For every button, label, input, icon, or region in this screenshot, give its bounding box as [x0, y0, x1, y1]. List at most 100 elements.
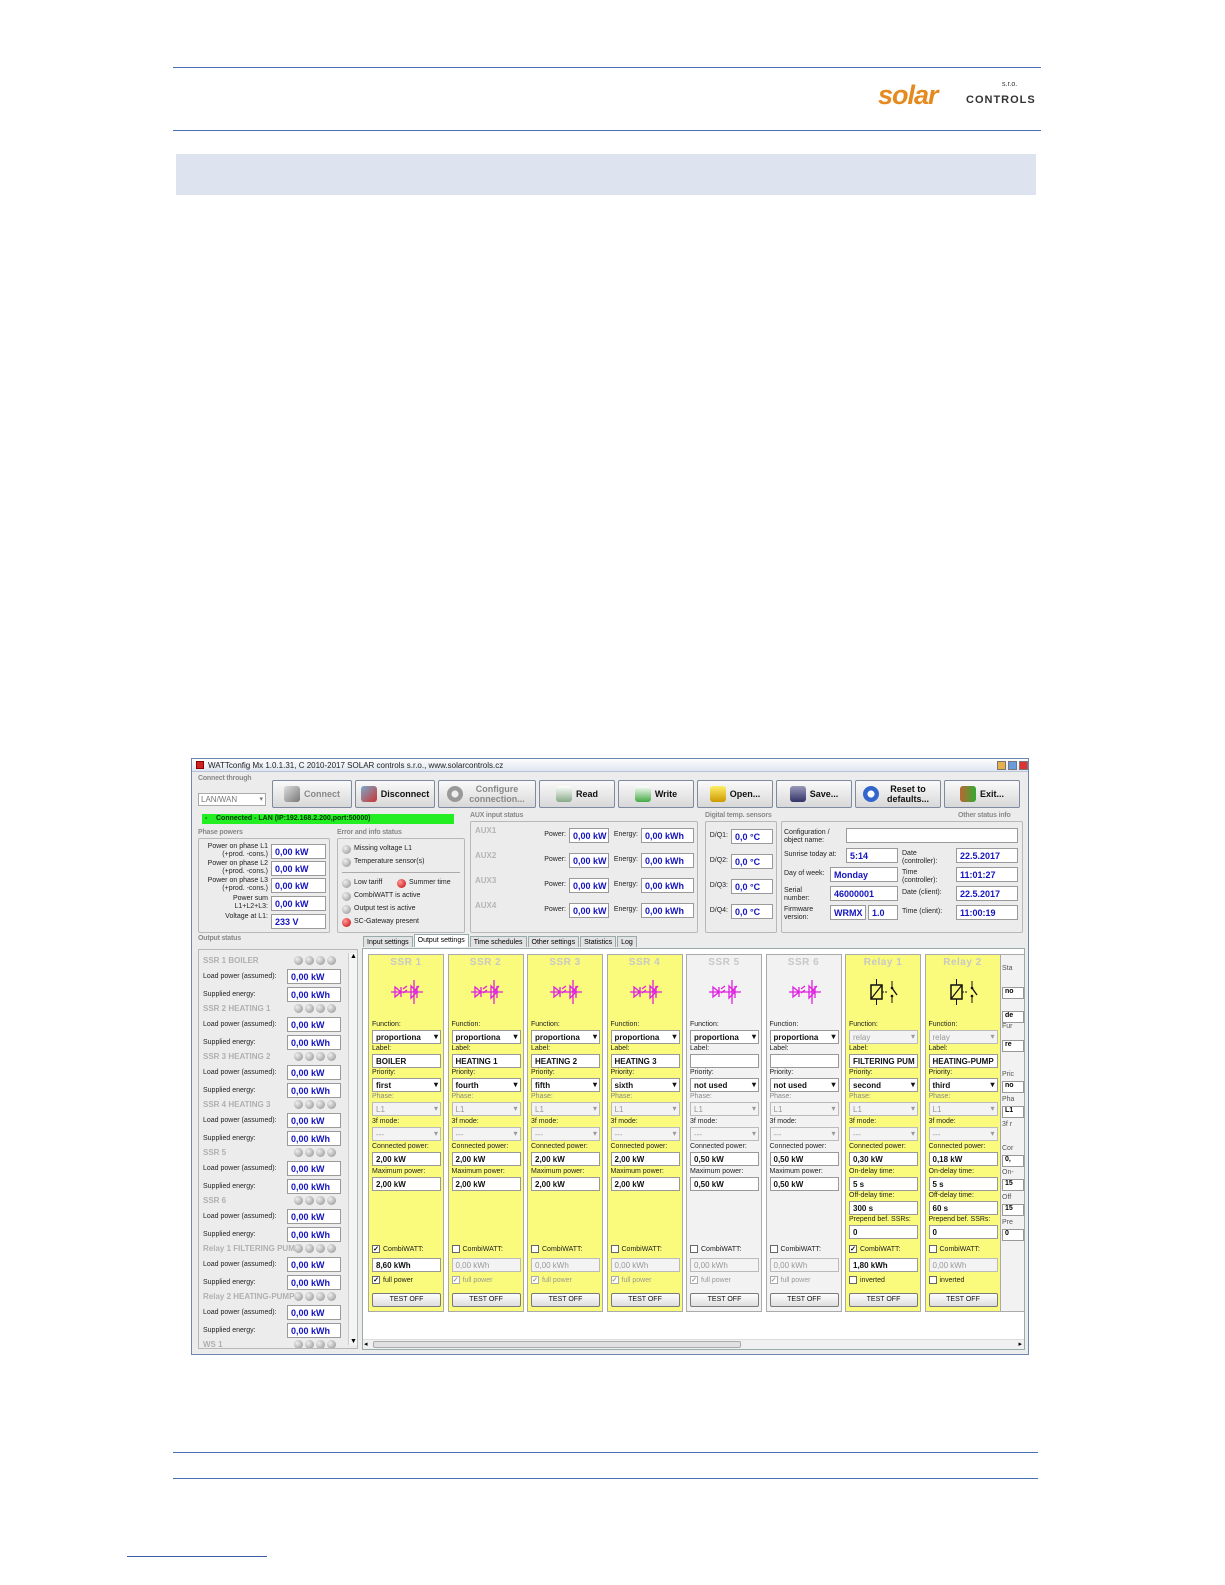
full-power-checkbox[interactable]: ✓ full power [531, 1276, 572, 1284]
test-off-button[interactable]: TEST OFF [690, 1293, 759, 1307]
combiwatt-checkbox[interactable]: ✓ CombiWATT: [372, 1245, 423, 1253]
combiwatt-energy-input[interactable]: 1,80 kWh [849, 1258, 918, 1272]
combiwatt-checkbox[interactable]: CombiWATT: [610, 1245, 662, 1253]
mode3f-select[interactable]: --- [372, 1127, 441, 1141]
scroll-down-icon[interactable]: ▼ [350, 1338, 357, 1345]
maximum-power-input[interactable]: 0,50 kW [769, 1177, 839, 1191]
test-off-button[interactable]: TEST OFF [610, 1293, 680, 1307]
priority-select[interactable]: second [849, 1078, 918, 1092]
full-power-checkbox[interactable]: ✓ full power [451, 1276, 492, 1284]
test-off-button[interactable]: TEST OFF [769, 1293, 839, 1307]
exit-button[interactable]: Exit... [944, 780, 1020, 808]
mode3f-select[interactable]: --- [928, 1127, 998, 1141]
combiwatt-energy-input[interactable]: 0,00 kWh [769, 1258, 839, 1272]
scroll-up-icon[interactable]: ▲ [350, 953, 357, 960]
connected-power-input[interactable]: 0,50 kW [690, 1152, 759, 1166]
label-input[interactable]: HEATING 2 [531, 1054, 600, 1068]
connect-through-select[interactable]: LAN/WAN ▾ [198, 793, 266, 806]
phase-select[interactable]: L1 [928, 1102, 998, 1116]
combiwatt-checkbox[interactable]: CombiWATT: [531, 1245, 582, 1253]
priority-select[interactable]: sixth [610, 1078, 680, 1092]
scroll-thumb[interactable] [373, 1341, 741, 1348]
mode3f-select[interactable]: --- [849, 1127, 918, 1141]
priority-select[interactable]: fifth [531, 1078, 600, 1092]
configure-connection-button[interactable]: Configure connection... [438, 780, 536, 808]
phase-select[interactable]: L1 [610, 1102, 680, 1116]
connected-power-input[interactable]: 2,00 kW [372, 1152, 441, 1166]
label-input[interactable]: HEATING-PUMP [928, 1054, 998, 1068]
test-off-button[interactable]: TEST OFF [849, 1293, 918, 1307]
label-input[interactable] [769, 1054, 839, 1068]
read-button[interactable]: Read [539, 780, 615, 808]
connect-button[interactable]: Connect [272, 780, 352, 808]
on-delay-input[interactable]: 5 s [849, 1177, 918, 1191]
settings-horizontal-scrollbar[interactable]: ◂ ▸ [363, 1339, 1024, 1349]
combiwatt-energy-input[interactable]: 0,00 kWh [451, 1258, 521, 1272]
tab-other-settings[interactable]: Other settings [527, 936, 580, 947]
mode3f-select[interactable]: --- [531, 1127, 600, 1141]
phase-select[interactable]: L1 [372, 1102, 441, 1116]
phase-select[interactable]: L1 [531, 1102, 600, 1116]
mode3f-select[interactable]: --- [451, 1127, 521, 1141]
function-select[interactable]: proportiona [531, 1030, 600, 1044]
combiwatt-energy-input[interactable]: 0,00 kWh [610, 1258, 680, 1272]
close-icon[interactable] [1019, 761, 1028, 770]
on-delay-input[interactable]: 5 s [928, 1177, 998, 1191]
full-power-checkbox[interactable]: ✓ full power [769, 1276, 810, 1284]
connected-power-input[interactable]: 0,18 kW [928, 1152, 998, 1166]
phase-select[interactable]: L1 [849, 1102, 918, 1116]
full-power-checkbox[interactable]: ✓ full power [690, 1276, 731, 1284]
tab-time-schedules[interactable]: Time schedules [469, 936, 527, 947]
test-off-button[interactable]: TEST OFF [928, 1293, 998, 1307]
combiwatt-energy-input[interactable]: 0,00 kWh [690, 1258, 759, 1272]
maximize-icon[interactable] [1008, 761, 1017, 770]
phase-select[interactable]: L1 [690, 1102, 759, 1116]
scroll-left-icon[interactable]: ◂ [364, 1340, 368, 1348]
mode3f-select[interactable]: --- [769, 1127, 839, 1141]
combiwatt-checkbox[interactable]: CombiWATT: [769, 1245, 821, 1253]
maximum-power-input[interactable]: 0,50 kW [690, 1177, 759, 1191]
label-input[interactable] [690, 1054, 759, 1068]
priority-select[interactable]: fourth [451, 1078, 521, 1092]
prepend-input[interactable]: 0 [849, 1225, 918, 1239]
connected-power-input[interactable]: 2,00 kW [451, 1152, 521, 1166]
priority-select[interactable]: not used [769, 1078, 839, 1092]
maximum-power-input[interactable]: 2,00 kW [531, 1177, 600, 1191]
off-delay-input[interactable]: 300 s [849, 1201, 918, 1215]
tab-input-settings[interactable]: Input settings [363, 936, 413, 947]
priority-select[interactable]: first [372, 1078, 441, 1092]
inverted-checkbox[interactable]: inverted [849, 1276, 885, 1284]
function-select[interactable]: relay [849, 1030, 918, 1044]
off-delay-input[interactable]: 60 s [928, 1201, 998, 1215]
mode3f-select[interactable]: --- [610, 1127, 680, 1141]
open-button[interactable]: Open... [697, 780, 773, 808]
priority-select[interactable]: not used [690, 1078, 759, 1092]
combiwatt-checkbox[interactable]: CombiWATT: [928, 1245, 980, 1253]
output-status-scrollbar[interactable]: ▲ ▼ [348, 953, 357, 1345]
label-input[interactable]: HEATING 1 [451, 1054, 521, 1068]
function-select[interactable]: proportiona [769, 1030, 839, 1044]
footer-link-underline[interactable] [127, 1556, 267, 1557]
save-button[interactable]: Save... [776, 780, 852, 808]
maximum-power-input[interactable]: 2,00 kW [372, 1177, 441, 1191]
label-input[interactable]: BOILER [372, 1054, 441, 1068]
reset-defaults-button[interactable]: Reset to defaults... [855, 780, 941, 808]
function-select[interactable]: proportiona [690, 1030, 759, 1044]
combiwatt-energy-input[interactable]: 0,00 kWh [531, 1258, 600, 1272]
maximum-power-input[interactable]: 2,00 kW [451, 1177, 521, 1191]
function-select[interactable]: proportiona [610, 1030, 680, 1044]
function-select[interactable]: proportiona [372, 1030, 441, 1044]
inverted-checkbox[interactable]: inverted [928, 1276, 964, 1284]
function-select[interactable]: relay [928, 1030, 998, 1044]
test-off-button[interactable]: TEST OFF [372, 1293, 441, 1307]
function-select[interactable]: proportiona [451, 1030, 521, 1044]
minimize-icon[interactable] [997, 761, 1006, 770]
connected-power-input[interactable]: 2,00 kW [531, 1152, 600, 1166]
phase-select[interactable]: L1 [769, 1102, 839, 1116]
config-name-field[interactable] [846, 828, 1018, 843]
priority-select[interactable]: third [928, 1078, 998, 1092]
tab-log[interactable]: Log [617, 936, 637, 947]
label-input[interactable]: HEATING 3 [610, 1054, 680, 1068]
disconnect-button[interactable]: Disconnect [355, 780, 435, 808]
full-power-checkbox[interactable]: ✓ full power [372, 1276, 413, 1284]
